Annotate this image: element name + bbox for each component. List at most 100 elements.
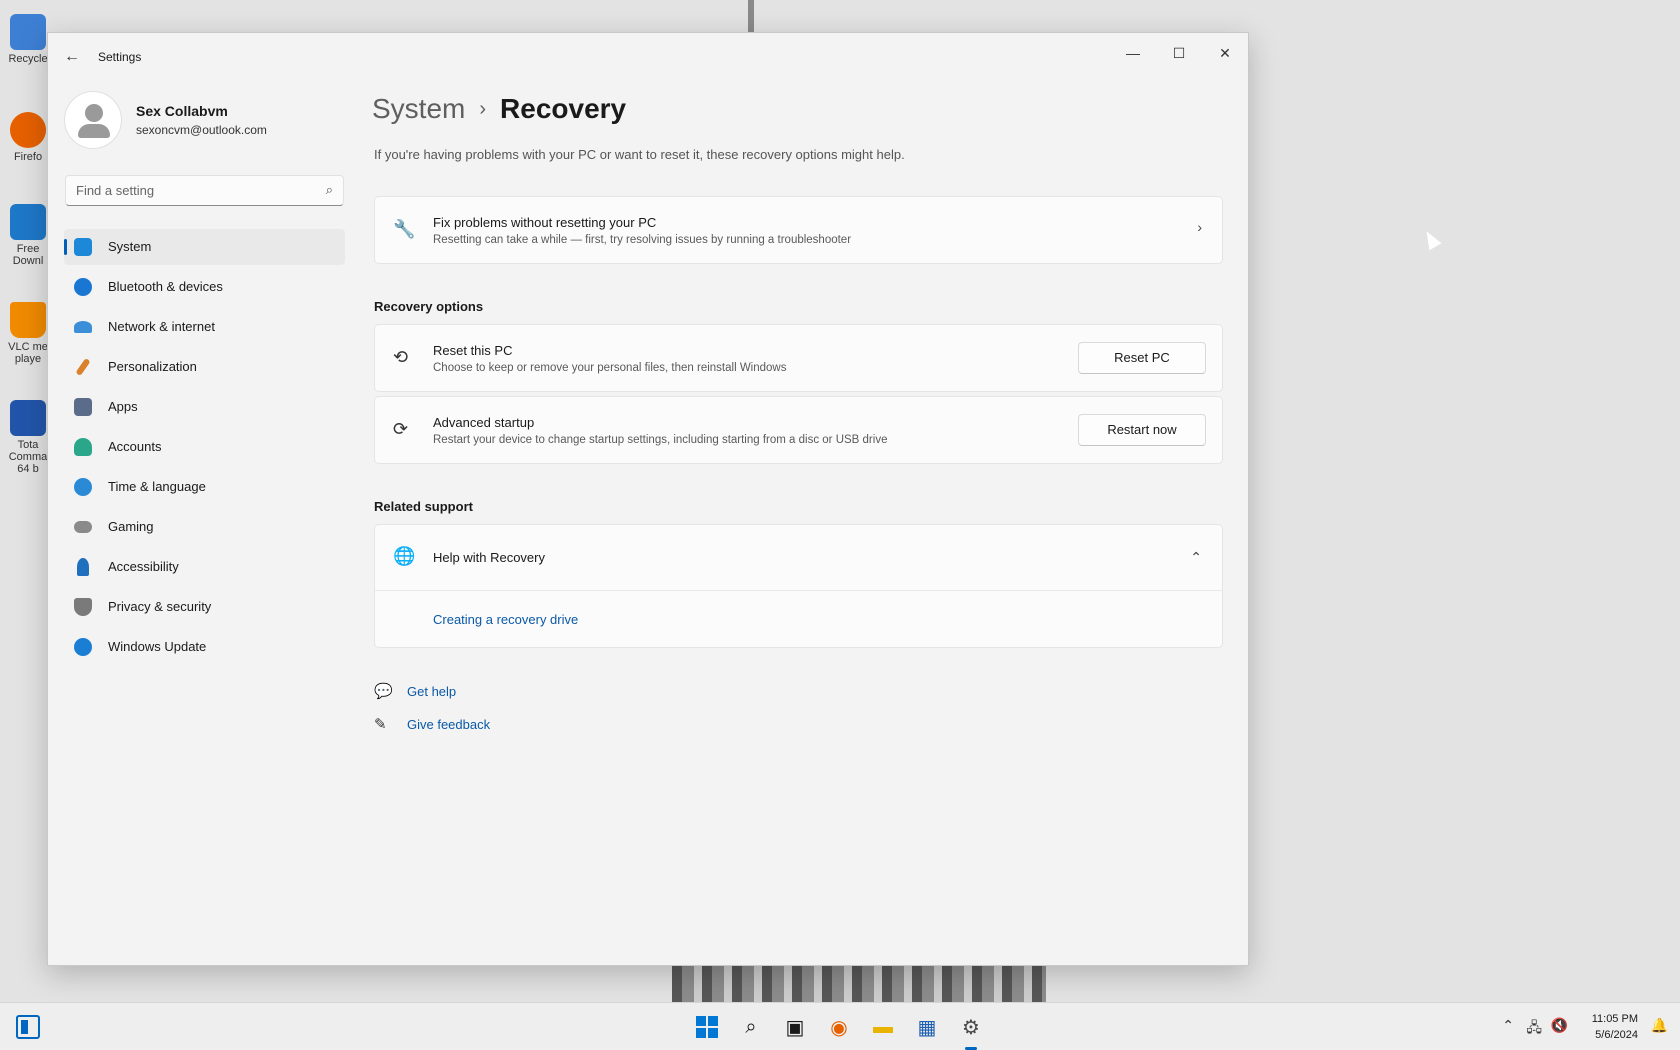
person-icon-body	[78, 124, 110, 138]
sidebar-item-label: Accessibility	[108, 559, 179, 574]
firefox-icon	[10, 112, 46, 148]
give-feedback-icon: ✎	[374, 716, 387, 733]
help-with-recovery-card: 🌐 Help with Recovery ⌃ Creating a recove…	[374, 524, 1223, 648]
reset-icon: ⟲	[393, 347, 409, 367]
desktop-icon-label: Recycle	[8, 53, 48, 65]
sidebar-item-label: Network & internet	[108, 319, 215, 334]
sidebar-item-personalization[interactable]: Personalization	[64, 349, 345, 385]
sidebar-item-time-language[interactable]: Time & language	[64, 469, 345, 505]
page-description: If you're having problems with your PC o…	[374, 147, 905, 162]
wifi-icon	[74, 321, 92, 333]
search-icon[interactable]: ⌕	[326, 182, 333, 198]
chevron-right-icon: ›	[1197, 219, 1202, 235]
maximize-button[interactable]: ☐	[1156, 37, 1202, 69]
settings-window: ← Settings — ☐ ✕ Sex Collabvm sexoncvm@o…	[47, 32, 1249, 966]
user-profile[interactable]: Sex Collabvm sexoncvm@outlook.com	[64, 91, 344, 151]
mouse-cursor	[1420, 227, 1442, 251]
sidebar-item-label: Accounts	[108, 439, 162, 454]
user-email: sexoncvm@outlook.com	[136, 123, 267, 137]
clock[interactable]: 11:05 PM 5/6/2024	[1592, 1011, 1638, 1043]
clock-globe-icon	[74, 478, 92, 496]
apps-icon	[74, 398, 92, 416]
notification-icon[interactable]: 🔔	[1651, 1017, 1668, 1034]
desktop-icon-label: Firefo	[13, 151, 43, 163]
widgets-button[interactable]	[16, 1015, 40, 1039]
brush-icon	[75, 357, 91, 377]
firefox-taskbar-button[interactable]: ◉	[824, 1012, 854, 1042]
fix-problems-card[interactable]: 🔧 Fix problems without resetting your PC…	[374, 196, 1223, 264]
chevron-up-icon: ⌃	[1190, 549, 1202, 565]
title-bar: ← Settings — ☐ ✕	[48, 33, 1248, 81]
power-gear-icon: ⟳	[393, 419, 409, 439]
creating-recovery-drive-link[interactable]: Creating a recovery drive	[433, 612, 578, 627]
sidebar-item-windows-update[interactable]: Windows Update	[64, 629, 345, 665]
sidebar-item-apps[interactable]: Apps	[64, 389, 345, 425]
volume-muted-icon[interactable]: 🔇	[1551, 1017, 1568, 1034]
card-description: Choose to keep or remove your personal f…	[433, 362, 787, 374]
bluetooth-icon	[74, 278, 92, 296]
chevron-right-icon: ›	[479, 98, 487, 120]
desktop-icon-label: Tota Comma 64 b	[8, 439, 48, 475]
monitor-icon	[74, 238, 92, 256]
minimize-button[interactable]: —	[1110, 37, 1156, 69]
page-title: Recovery	[500, 93, 627, 124]
advanced-startup-card: ⟳ Advanced startup Restart your device t…	[374, 396, 1223, 464]
desktop-icon-label: Free Downl	[12, 243, 44, 267]
get-help-link[interactable]: Get help	[407, 684, 456, 699]
account-icon	[74, 438, 92, 456]
globe-icon: 🌐	[393, 546, 416, 566]
sidebar-item-accessibility[interactable]: Accessibility	[64, 549, 345, 585]
help-with-recovery-header[interactable]: 🌐 Help with Recovery ⌃	[375, 525, 1222, 591]
sidebar-item-label: Windows Update	[108, 639, 207, 654]
sidebar-item-label: Apps	[108, 399, 138, 414]
sidebar-item-network[interactable]: Network & internet	[64, 309, 345, 345]
desktop-icon-label: VLC me playe	[8, 341, 48, 365]
download-manager-icon	[10, 204, 46, 240]
sidebar-item-label: Privacy & security	[108, 599, 212, 614]
desktop-wallpaper-photo	[672, 964, 1046, 1002]
sidebar-item-gaming[interactable]: Gaming	[64, 509, 345, 545]
start-button[interactable]	[692, 1012, 722, 1042]
clock-time: 11:05 PM	[1591, 1013, 1638, 1025]
gamepad-icon	[74, 521, 92, 533]
desktop-icon-vlc[interactable]: VLC me playe	[4, 302, 52, 365]
system-tray: ⌃ 🖧 🔇 11:05 PM 5/6/2024 🔔	[1480, 1003, 1680, 1050]
reset-pc-button[interactable]: Reset PC	[1078, 342, 1206, 374]
avatar	[64, 91, 122, 149]
card-title: Reset this PC	[433, 343, 513, 358]
sidebar-item-privacy-security[interactable]: Privacy & security	[64, 589, 345, 625]
recycle-bin-icon	[10, 14, 46, 50]
file-explorer-button[interactable]: ▬	[868, 1012, 898, 1042]
taskbar: ⌕ ▣ ◉ ▬ ▦ ⚙ ⌃ 🖧 🔇 11:05 PM 5/6/2024 🔔	[0, 1002, 1680, 1050]
card-title: Advanced startup	[433, 415, 535, 430]
card-description: Resetting can take a while — first, try …	[433, 234, 852, 246]
sidebar-item-bluetooth[interactable]: Bluetooth & devices	[64, 269, 345, 305]
desktop-icon-total-commander[interactable]: Tota Comma 64 b	[4, 400, 52, 475]
person-icon	[85, 104, 103, 122]
close-button[interactable]: ✕	[1202, 37, 1248, 69]
card-title: Fix problems without resetting your PC	[433, 215, 657, 230]
windows-logo-icon	[696, 1016, 718, 1038]
sidebar-nav: System Bluetooth & devices Network & int…	[64, 229, 345, 669]
network-icon[interactable]: 🖧	[1526, 1017, 1542, 1041]
desktop-icon-firefox[interactable]: Firefo	[4, 112, 52, 163]
give-feedback-link[interactable]: Give feedback	[407, 717, 490, 732]
settings-taskbar-button[interactable]: ⚙	[956, 1012, 986, 1050]
clock-date: 5/6/2024	[1595, 1029, 1638, 1041]
breadcrumb-system[interactable]: System	[372, 93, 465, 124]
desktop-icon-recycle-bin[interactable]: Recycle	[4, 14, 52, 65]
search-input[interactable]	[76, 176, 306, 205]
sidebar-item-label: Personalization	[108, 359, 197, 374]
restart-now-button[interactable]: Restart now	[1078, 414, 1206, 446]
back-button[interactable]: ←	[60, 45, 84, 69]
sidebar-item-label: System	[108, 239, 152, 254]
microsoft-store-button[interactable]: ▦	[912, 1012, 942, 1042]
task-view-button[interactable]: ▣	[780, 1012, 810, 1042]
search-box[interactable]: ⌕	[65, 175, 344, 206]
sidebar-item-accounts[interactable]: Accounts	[64, 429, 345, 465]
recovery-options-heading: Recovery options	[374, 299, 484, 314]
sidebar-item-system[interactable]: System	[64, 229, 345, 265]
taskbar-search-button[interactable]: ⌕	[736, 1012, 766, 1042]
chevron-up-icon[interactable]: ⌃	[1502, 1017, 1514, 1034]
desktop-icon-free-download-manager[interactable]: Free Downl	[4, 204, 52, 267]
